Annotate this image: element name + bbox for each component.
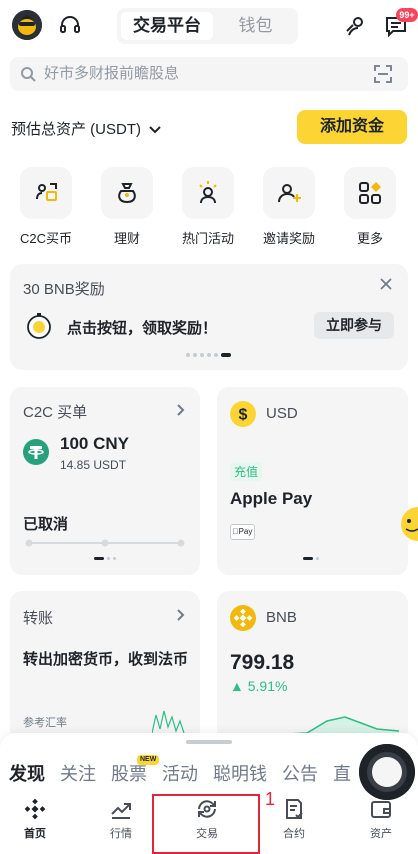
nav-assets[interactable]: 资产 bbox=[351, 797, 411, 841]
carousel-dot bbox=[186, 353, 190, 357]
chevron-down-icon bbox=[149, 126, 161, 134]
dollar-icon: $ bbox=[230, 401, 256, 427]
c2c-status: 已取消 bbox=[23, 516, 69, 533]
notification-badge: 99+ bbox=[396, 8, 418, 22]
annotation-highlight-box bbox=[152, 794, 260, 854]
tab-announcements[interactable]: 公告 bbox=[282, 760, 318, 786]
c2c-order-card[interactable]: C2C 买单 100 CNY 14.85 USDT 已取消 bbox=[10, 387, 200, 575]
bnb-symbol: BNB bbox=[266, 609, 297, 626]
mascot-icon[interactable] bbox=[398, 507, 418, 541]
shortcut-label: C2C买币 bbox=[19, 231, 72, 246]
carousel-dots bbox=[186, 353, 231, 357]
estimated-assets-label: 预估总资产 (USDT) bbox=[11, 121, 141, 138]
invite-icon bbox=[275, 179, 303, 207]
c2c-amount: 100 CNY bbox=[60, 434, 129, 453]
referral-icon[interactable] bbox=[343, 13, 369, 39]
feed-tabs: 发现 关注 股票 NEW 活动 聪明钱 公告 直 bbox=[9, 755, 351, 786]
add-funds-button[interactable]: 添加资金 bbox=[297, 110, 407, 144]
scan-icon[interactable] bbox=[374, 65, 392, 83]
payment-method: Apple Pay bbox=[230, 489, 313, 508]
estimated-assets[interactable]: 预估总资产 (USDT) bbox=[11, 118, 161, 139]
more-grid-icon bbox=[356, 179, 384, 207]
nav-label: 行情 bbox=[110, 828, 132, 840]
shortcut-c2c[interactable]: C2C买币 bbox=[16, 167, 76, 247]
tab-stocks-label: 股票 bbox=[111, 764, 147, 784]
new-badge: NEW bbox=[137, 755, 160, 765]
binance-logo-icon bbox=[23, 797, 47, 821]
search-bar[interactable]: 好市多财报前瞻股息 bbox=[10, 57, 408, 91]
headset-icon[interactable] bbox=[58, 13, 82, 37]
reward-title: 30 BNB奖励 bbox=[23, 281, 105, 298]
chevron-right-icon bbox=[176, 608, 186, 622]
platform-wallet-toggle: 交易平台 钱包 bbox=[117, 8, 298, 44]
tab-smart-money[interactable]: 聪明钱 bbox=[213, 760, 267, 786]
bnb-logo-icon bbox=[230, 605, 256, 631]
tab-exchange[interactable]: 交易平台 bbox=[121, 12, 213, 40]
market-chart-icon bbox=[109, 797, 133, 821]
svg-text:$: $ bbox=[239, 407, 248, 424]
chevron-right-icon bbox=[176, 403, 186, 417]
carousel-dot bbox=[207, 353, 211, 357]
shortcut-label: 理财 bbox=[113, 231, 140, 246]
c2c-usdt: 14.85 USDT bbox=[60, 458, 127, 472]
rate-sparkline bbox=[152, 709, 192, 733]
search-input[interactable]: 好市多财报前瞻股息 bbox=[44, 57, 179, 91]
carousel-dot-active bbox=[221, 353, 231, 357]
search-icon bbox=[20, 66, 36, 82]
tether-icon bbox=[23, 439, 49, 465]
annotation-number: 1 bbox=[265, 789, 276, 809]
bnb-price: 799.18 bbox=[230, 651, 295, 674]
tab-wallet[interactable]: 钱包 bbox=[217, 12, 294, 40]
card-page-dots bbox=[303, 557, 319, 560]
nav-markets[interactable]: 行情 bbox=[91, 797, 151, 841]
nav-home[interactable]: 首页 bbox=[5, 797, 65, 841]
shortcut-earn[interactable]: 理财 bbox=[97, 167, 157, 247]
nav-label: 合约 bbox=[283, 828, 305, 840]
stopwatch-icon bbox=[25, 312, 53, 340]
moneybag-icon bbox=[113, 179, 141, 207]
hot-activity-icon bbox=[194, 179, 222, 207]
shortcut-hot-activity[interactable]: 热门活动 bbox=[178, 167, 238, 247]
reward-card[interactable]: 30 BNB奖励 点击按钮，领取奖励！ 立即参与 bbox=[10, 264, 408, 370]
apple-pay-badge-text: Pay bbox=[235, 527, 253, 536]
futures-icon bbox=[282, 797, 306, 821]
bnb-price-card[interactable]: BNB 799.18 ▲ 5.91% bbox=[217, 591, 408, 741]
wallet-icon bbox=[369, 797, 393, 821]
apple-pay-badge: Pay bbox=[230, 524, 255, 540]
join-now-button[interactable]: 立即参与 bbox=[314, 312, 394, 339]
order-progress-track bbox=[25, 539, 185, 547]
deposit-tag: 充值 bbox=[230, 462, 263, 481]
c2c-icon bbox=[32, 179, 60, 207]
nav-label: 资产 bbox=[370, 828, 392, 840]
card-page-dots bbox=[94, 557, 116, 560]
carousel-dot bbox=[193, 353, 197, 357]
drag-handle[interactable] bbox=[186, 740, 232, 744]
reward-message: 点击按钮，领取奖励！ bbox=[67, 320, 218, 337]
transfer-title: 转账 bbox=[23, 610, 54, 627]
shortcut-label: 邀请奖励 bbox=[262, 231, 315, 246]
transfer-card[interactable]: 转账 转出加密货币，收到法币 参考汇率 bbox=[10, 591, 200, 741]
floating-assist-button[interactable] bbox=[359, 744, 415, 800]
close-icon[interactable] bbox=[378, 276, 394, 292]
usd-deposit-card[interactable]: $ USD 充值 Apple Pay Pay bbox=[217, 387, 408, 575]
tab-activity[interactable]: 活动 bbox=[162, 760, 198, 786]
avatar[interactable] bbox=[12, 10, 42, 40]
shortcut-label: 热门活动 bbox=[181, 231, 234, 246]
rate-label: 参考汇率 bbox=[23, 717, 67, 729]
tab-stocks[interactable]: 股票 NEW bbox=[111, 755, 160, 786]
carousel-dot bbox=[214, 353, 218, 357]
usd-currency: USD bbox=[266, 405, 298, 422]
shortcut-more[interactable]: 更多 bbox=[340, 167, 400, 247]
c2c-card-title: C2C 买单 bbox=[23, 404, 88, 421]
shortcut-invite[interactable]: 邀请奖励 bbox=[259, 167, 319, 247]
carousel-dot bbox=[200, 353, 204, 357]
nav-label: 首页 bbox=[24, 828, 46, 840]
shortcut-label: 更多 bbox=[356, 231, 383, 246]
bnb-change: ▲ 5.91% bbox=[230, 678, 288, 694]
tab-live[interactable]: 直 bbox=[333, 760, 351, 786]
transfer-desc: 转出加密货币，收到法币 bbox=[23, 651, 189, 668]
tab-discover[interactable]: 发现 bbox=[9, 760, 45, 786]
tab-following[interactable]: 关注 bbox=[60, 760, 96, 786]
